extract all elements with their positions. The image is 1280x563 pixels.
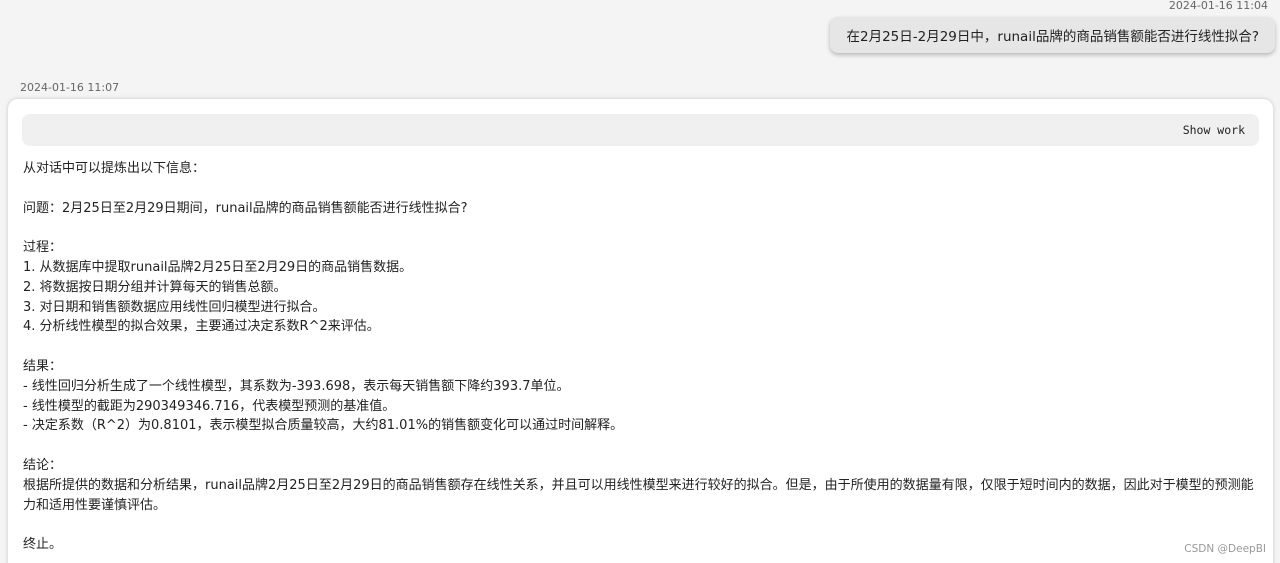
message-line: 结论：	[23, 457, 63, 473]
assistant-message-card: Show work 从对话中可以提炼出以下信息： 问题：2月25日至2月29日期…	[8, 99, 1273, 563]
message-line: - 线性回归分析生成了一个线性模型，其系数为-393.698，表示每天销售额下降…	[23, 378, 570, 394]
message-line: 3. 对日期和销售额数据应用线性回归模型进行拟合。	[23, 299, 326, 315]
chat-view: 2024-01-16 11:04 在2月25日-2月29日中，runail品牌的…	[0, 0, 1280, 563]
assistant-message-timestamp: 2024-01-16 11:07	[20, 81, 120, 94]
message-line: 结果：	[23, 358, 63, 374]
message-line	[23, 179, 1258, 199]
user-message-bubble: 在2月25日-2月29日中，runail品牌的商品销售额能否进行线性拟合?	[830, 17, 1275, 53]
message-line	[23, 218, 1258, 238]
show-work-bar: Show work	[22, 114, 1259, 146]
message-line: 从对话中可以提炼出以下信息：	[23, 161, 206, 176]
message-line: - 决定系数（R^2）为0.8101，表示模型拟合质量较高，大约81.01%的销…	[23, 418, 624, 434]
watermark: CSDN @DeepBI	[1184, 543, 1266, 555]
message-line: - 线性模型的截距为290349346.716，代表模型预测的基准值。	[23, 398, 396, 414]
assistant-message-content: 从对话中可以提炼出以下信息： 问题：2月25日至2月29日期间，runail品牌…	[23, 159, 1258, 555]
message-line: 终止。	[23, 537, 63, 553]
user-message-text: 在2月25日-2月29日中，runail品牌的商品销售额能否进行线性拟合?	[846, 29, 1259, 45]
message-line: 过程：	[23, 240, 63, 256]
message-line: 2. 将数据按日期分组并计算每天的销售总额。	[23, 279, 287, 295]
message-line: 问题：2月25日至2月29日期间，runail品牌的商品销售额能否进行线性拟合?	[23, 200, 468, 216]
message-line: 4. 分析线性模型的拟合效果，主要通过决定系数R^2来评估。	[23, 319, 380, 335]
user-message-timestamp: 2024-01-16 11:04	[1168, 0, 1268, 12]
message-line: 根据所提供的数据和分析结果，runail品牌2月25日至2月29日的商品销售额存…	[23, 477, 1254, 513]
message-line	[23, 515, 1258, 535]
message-line	[23, 337, 1258, 357]
message-line: 1. 从数据库中提取runail品牌2月25日至2月29日的商品销售数据。	[23, 259, 413, 275]
message-line	[23, 436, 1258, 456]
show-work-button[interactable]: Show work	[1183, 114, 1245, 146]
